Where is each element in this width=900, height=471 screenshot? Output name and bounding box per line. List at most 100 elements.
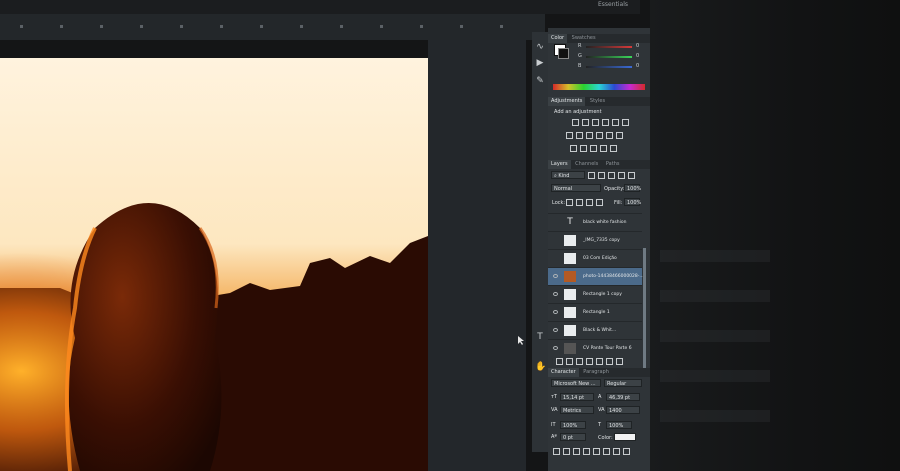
brush-icon[interactable]: ✎: [535, 76, 545, 86]
visibility-eye-icon[interactable]: [553, 346, 558, 350]
text-color-swatch[interactable]: [614, 433, 636, 441]
option-dot[interactable]: [380, 25, 383, 28]
mask-icon[interactable]: [576, 358, 583, 365]
color-slider-r[interactable]: R 0: [558, 42, 644, 52]
small-caps-icon[interactable]: [583, 448, 590, 455]
visibility-eye-icon[interactable]: [553, 310, 558, 314]
baseline-shift-input[interactable]: 0 pt: [560, 433, 586, 441]
subscript-icon[interactable]: [603, 448, 610, 455]
invert-icon[interactable]: [570, 145, 577, 152]
selective-color-icon[interactable]: [610, 145, 617, 152]
threshold-icon[interactable]: [590, 145, 597, 152]
link-layers-icon[interactable]: [556, 358, 563, 365]
layer-filter-select[interactable]: ⌕ Kind: [551, 171, 585, 179]
exposure-icon[interactable]: [602, 119, 609, 126]
lock-pixels-icon[interactable]: [576, 199, 583, 206]
layer-row[interactable]: CV Pante Tour Parte 6: [548, 339, 642, 357]
horizontal-scale-input[interactable]: 100%: [606, 421, 632, 429]
option-dot[interactable]: [500, 25, 503, 28]
leading-input[interactable]: 46,39 pt: [606, 393, 640, 401]
option-dot[interactable]: [140, 25, 143, 28]
posterize-icon[interactable]: [580, 145, 587, 152]
g-track[interactable]: [586, 56, 632, 58]
tab-paths[interactable]: Paths: [603, 160, 623, 169]
lock-all-icon[interactable]: [596, 199, 603, 206]
font-size-input[interactable]: 15,14 pt: [560, 393, 594, 401]
faux-italic-icon[interactable]: [563, 448, 570, 455]
tab-styles[interactable]: Styles: [587, 97, 608, 106]
channel-mixer-icon[interactable]: [606, 132, 613, 139]
option-dot[interactable]: [340, 25, 343, 28]
opacity-input[interactable]: 100%: [624, 184, 641, 192]
document-canvas[interactable]: [0, 58, 428, 471]
tab-paragraph[interactable]: Paragraph: [580, 368, 612, 377]
lock-position-icon[interactable]: [586, 199, 593, 206]
option-dot[interactable]: [300, 25, 303, 28]
color-lookup-icon[interactable]: [616, 132, 623, 139]
smart-object-filter-icon[interactable]: [628, 172, 635, 179]
gradient-triangle-icon[interactable]: [622, 119, 629, 126]
pixel-filter-icon[interactable]: [588, 172, 595, 179]
font-style-select[interactable]: Regular: [604, 379, 642, 387]
color-slider-g[interactable]: G 0: [558, 52, 644, 62]
new-layer-icon[interactable]: [606, 358, 613, 365]
option-dot[interactable]: [460, 25, 463, 28]
option-dot[interactable]: [100, 25, 103, 28]
layers-scrollbar[interactable]: [643, 248, 646, 368]
layer-row[interactable]: _IMG_7335 copy: [548, 231, 642, 249]
layer-row[interactable]: Rectangle 1: [548, 303, 642, 321]
black-white-icon[interactable]: [586, 132, 593, 139]
visibility-eye-icon[interactable]: [553, 274, 558, 278]
kerning-select[interactable]: Metrics: [560, 406, 594, 414]
photo-filter-icon[interactable]: [596, 132, 603, 139]
color-slider-b[interactable]: B 0: [558, 62, 644, 72]
lock-transparency-icon[interactable]: [566, 199, 573, 206]
move-icon[interactable]: ▶: [535, 58, 545, 68]
visibility-eye-icon[interactable]: [553, 292, 558, 296]
layer-row[interactable]: T black white fashion: [548, 213, 642, 231]
fill-input[interactable]: 100%: [624, 198, 641, 206]
workspace-switcher[interactable]: Essentials: [598, 1, 628, 8]
hue-saturation-icon[interactable]: [566, 132, 573, 139]
curves-icon[interactable]: [592, 119, 599, 126]
superscript-icon[interactable]: [593, 448, 600, 455]
strikethrough-icon[interactable]: [623, 448, 630, 455]
option-dot[interactable]: [420, 25, 423, 28]
adjustment-filter-icon[interactable]: [598, 172, 605, 179]
blend-mode-select[interactable]: Normal: [551, 184, 601, 192]
visibility-eye-icon[interactable]: [553, 328, 558, 332]
gradient-map-icon[interactable]: [600, 145, 607, 152]
all-caps-icon[interactable]: [573, 448, 580, 455]
layer-row-selected[interactable]: photo-14438466000028-...: [548, 267, 644, 285]
tab-character[interactable]: Character: [548, 368, 579, 377]
layer-row[interactable]: 03 Com Edição: [548, 249, 642, 267]
r-track[interactable]: [586, 46, 632, 48]
lasso-icon[interactable]: ∿: [535, 42, 545, 52]
layer-row[interactable]: Rectangle 1 copy: [548, 285, 642, 303]
fx-icon[interactable]: [566, 358, 573, 365]
trash-icon[interactable]: [616, 358, 623, 365]
option-dot[interactable]: [180, 25, 183, 28]
faux-bold-icon[interactable]: [553, 448, 560, 455]
tab-adjustments[interactable]: Adjustments: [548, 97, 586, 106]
levels-icon[interactable]: [582, 119, 589, 126]
underline-icon[interactable]: [613, 448, 620, 455]
option-dot[interactable]: [20, 25, 23, 28]
tab-layers[interactable]: Layers: [548, 160, 571, 169]
option-dot[interactable]: [220, 25, 223, 28]
b-track[interactable]: [586, 66, 632, 68]
option-dot[interactable]: [60, 25, 63, 28]
new-adjustment-icon[interactable]: [586, 358, 593, 365]
font-family-select[interactable]: Microsoft New ...: [551, 379, 601, 387]
hand-icon[interactable]: ✋: [535, 362, 546, 372]
color-spectrum-bar[interactable]: [553, 84, 645, 90]
tab-channels[interactable]: Channels: [572, 160, 601, 169]
new-group-icon[interactable]: [596, 358, 603, 365]
layer-row[interactable]: Black & Whit...: [548, 321, 642, 339]
type-icon[interactable]: T: [535, 332, 545, 342]
vertical-scale-input[interactable]: 100%: [560, 421, 586, 429]
vibrance-icon[interactable]: [612, 119, 619, 126]
type-filter-icon[interactable]: [608, 172, 615, 179]
option-dot[interactable]: [260, 25, 263, 28]
shape-filter-icon[interactable]: [618, 172, 625, 179]
